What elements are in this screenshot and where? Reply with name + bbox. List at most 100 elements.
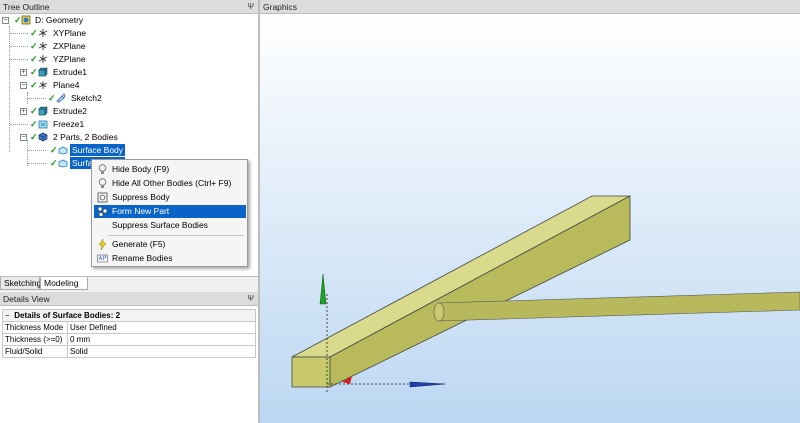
tab-bar: Sketching Modeling — [0, 276, 258, 291]
check-icon: ✓ — [30, 132, 38, 142]
tree-item-label: Extrude1 — [53, 67, 88, 77]
lightning-icon — [98, 239, 107, 250]
expand-icon[interactable]: + — [20, 69, 27, 76]
menu-item-generate[interactable]: Generate (F5) — [94, 238, 246, 251]
tree-connector — [10, 124, 28, 125]
details-value[interactable]: 0 mm — [67, 333, 256, 346]
check-icon: ✓ — [30, 41, 38, 51]
context-menu: Hide Body (F9) Hide All Other Bodies (Ct… — [91, 159, 248, 267]
collapse-icon[interactable]: − — [2, 17, 9, 24]
parts-icon — [38, 132, 48, 142]
model-canvas[interactable] — [260, 14, 800, 423]
form-part-icon — [97, 206, 108, 217]
details-group-row[interactable]: − Details of Surface Bodies: 2 — [2, 309, 256, 322]
tree-item-plane4[interactable]: − ✓ Plane4 — [0, 79, 258, 91]
tree-item-label: Extrude2 — [53, 106, 88, 116]
tree-item-extrude1[interactable]: + ✓ Extrude1 — [0, 66, 258, 78]
rename-icon — [97, 254, 108, 263]
tree-item-label: YZPlane — [53, 54, 86, 64]
tree-connector — [28, 150, 46, 151]
tree-item-zxplane[interactable]: ✓ ZXPlane — [0, 40, 258, 52]
menu-item-label: Suppress Surface Bodies — [112, 220, 208, 230]
extrude-icon — [38, 67, 48, 77]
plane-icon — [38, 81, 48, 89]
details-view: − Details of Surface Bodies: 2 Thickness… — [0, 306, 258, 423]
check-icon: ✓ — [30, 67, 38, 77]
tab-sketching[interactable]: Sketching — [0, 277, 41, 290]
tree-item-label: XYPlane — [53, 28, 87, 38]
check-icon: ✓ — [30, 28, 38, 38]
graphics-header: Graphics — [260, 0, 800, 14]
menu-item-hide-body[interactable]: Hide Body (F9) — [94, 163, 246, 176]
tree-connector — [10, 33, 28, 34]
tab-modeling[interactable]: Modeling — [40, 277, 88, 290]
tree-item-surface-body-1[interactable]: ✓ Surface Body — [0, 144, 258, 156]
menu-item-rename-bodies[interactable]: Rename Bodies — [94, 252, 246, 265]
menu-item-suppress-surface-bodies[interactable]: Suppress Surface Bodies — [94, 219, 246, 232]
tree-item-sketch2[interactable]: ✓ Sketch2 — [0, 92, 258, 104]
details-row[interactable]: Fluid/Solid Solid — [2, 345, 256, 358]
menu-item-hide-all-other-bodies[interactable]: Hide All Other Bodies (Ctrl+ F9) — [94, 177, 246, 190]
menu-item-label: Rename Bodies — [112, 253, 173, 263]
details-value[interactable]: Solid — [67, 345, 256, 358]
geometry-icon — [21, 15, 31, 25]
check-icon: ✓ — [30, 80, 38, 90]
collapse-icon[interactable]: − — [5, 311, 12, 321]
menu-item-form-new-part[interactable]: Form New Part — [94, 205, 246, 218]
y-axis-arrow-icon — [319, 273, 327, 305]
collapse-icon[interactable]: − — [20, 82, 27, 89]
tree-item-label: ZXPlane — [53, 41, 86, 51]
tree-item-label: 2 Parts, 2 Bodies — [53, 132, 118, 142]
pin-icon[interactable]: Ψ — [247, 0, 254, 14]
graphics-viewport[interactable] — [260, 14, 800, 423]
details-table: − Details of Surface Bodies: 2 Thickness… — [2, 309, 256, 358]
details-view-header: Details View Ψ — [0, 292, 258, 306]
menu-item-label: Generate (F5) — [112, 239, 166, 249]
menu-item-label: Hide Body (F9) — [112, 164, 170, 174]
check-icon: ✓ — [48, 93, 56, 103]
tree-connector — [10, 46, 28, 47]
check-icon: ✓ — [50, 158, 58, 168]
plane-icon — [38, 42, 48, 50]
tree-item-label: Plane4 — [53, 80, 80, 90]
pin-icon[interactable]: Ψ — [247, 292, 254, 306]
details-value[interactable]: User Defined — [67, 321, 256, 334]
tree-item-label: Freeze1 — [53, 119, 85, 129]
tree-item-geometry[interactable]: − ✓ D: Geometry — [0, 14, 258, 26]
surface-body-icon — [58, 146, 68, 155]
tree-outline-header: Tree Outline Ψ — [0, 0, 258, 14]
menu-item-label: Form New Part — [112, 206, 170, 216]
tree-outline-title: Tree Outline — [3, 2, 50, 12]
menu-separator — [108, 235, 244, 236]
expand-icon[interactable]: + — [20, 108, 27, 115]
lightbulb-icon — [98, 164, 107, 174]
details-row[interactable]: Thickness Mode User Defined — [2, 321, 256, 334]
details-key: Fluid/Solid — [2, 345, 68, 358]
tree-connector — [10, 59, 28, 60]
details-row[interactable]: Thickness (>=0) 0 mm — [2, 333, 256, 346]
extrude-icon — [38, 106, 48, 116]
freeze-icon — [38, 120, 48, 129]
x-axis-arrow-icon — [409, 381, 446, 388]
tree-item-extrude2[interactable]: + ✓ Extrude2 — [0, 105, 258, 117]
tree-item-freeze1[interactable]: ✓ Freeze1 — [0, 118, 258, 130]
tree-item-parts-bodies[interactable]: − ✓ 2 Parts, 2 Bodies — [0, 131, 258, 143]
plane-icon — [38, 55, 48, 63]
details-view-title: Details View — [3, 294, 50, 304]
beam-body[interactable] — [291, 195, 631, 388]
sketch-icon — [56, 93, 66, 103]
check-icon: ✓ — [30, 119, 38, 129]
plane-icon — [38, 29, 48, 37]
menu-item-label: Hide All Other Bodies (Ctrl+ F9) — [112, 178, 232, 188]
details-key: Thickness Mode — [2, 321, 68, 334]
tree-item-label: Surface Body — [70, 144, 126, 156]
menu-item-suppress-body[interactable]: Suppress Body — [94, 191, 246, 204]
tree-item-xyplane[interactable]: ✓ XYPlane — [0, 27, 258, 39]
collapse-icon[interactable]: − — [20, 134, 27, 141]
check-icon: ✓ — [30, 106, 38, 116]
surface-body-icon — [58, 159, 68, 168]
details-key: Thickness (>=0) — [2, 333, 68, 346]
tree-item-yzplane[interactable]: ✓ YZPlane — [0, 53, 258, 65]
tree-item-label: Sketch2 — [71, 93, 102, 103]
lightbulb-icon — [98, 178, 107, 188]
